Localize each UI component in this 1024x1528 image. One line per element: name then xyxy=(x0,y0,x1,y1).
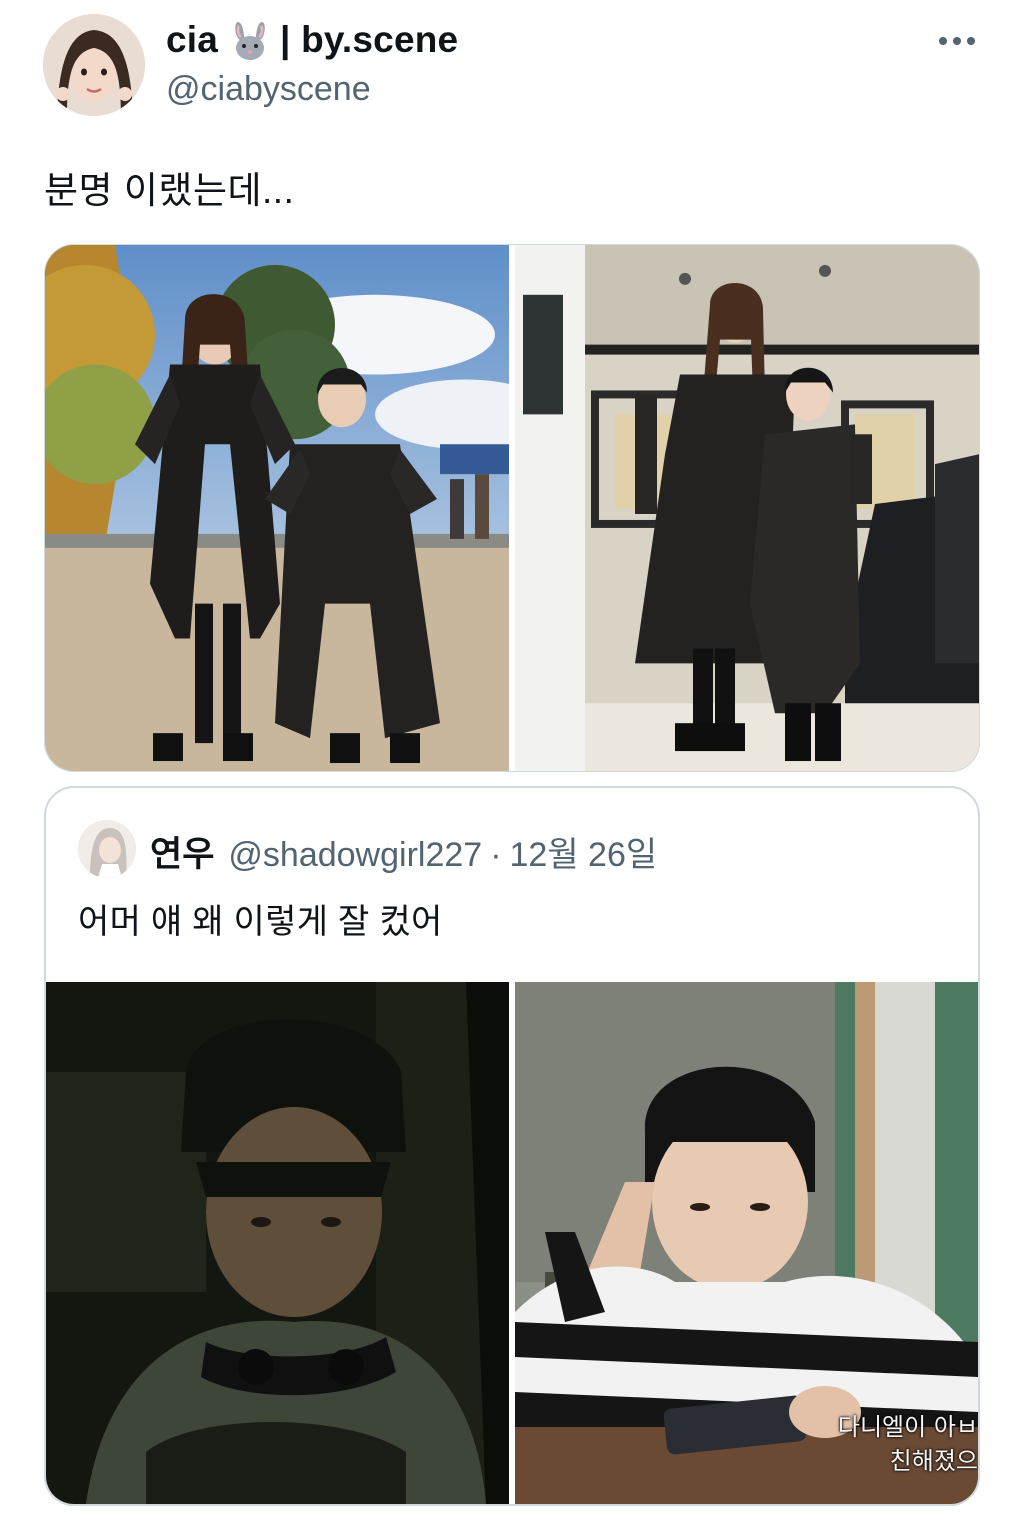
quoted-text: 어머 얘 왜 이렇게 잘 컸어 xyxy=(78,903,443,941)
video-subtitle: 다니엘이 아ㅂ 친해졌으 xyxy=(837,1413,978,1475)
quoted-handle[interactable]: @shadowgirl227 xyxy=(228,836,482,875)
author-name-row[interactable]: cia | by.scene xyxy=(166,16,458,64)
still-boy-striped-shirt[interactable]: 다니엘이 아ㅂ 친해졌으 xyxy=(515,982,978,1504)
rabbit-face-icon xyxy=(228,18,272,62)
quoted-tweet[interactable]: 연우 @shadowgirl227 · 12월 26일 어머 얘 왜 이렇게 잘… xyxy=(44,786,980,1506)
quoted-meta: 연우 @shadowgirl227 · 12월 26일 xyxy=(150,826,657,877)
tweet[interactable]: cia | by.scene @ciabyscene 분명 이랬는데... 연우… xyxy=(0,0,1024,1528)
photo-van-leather-coats[interactable] xyxy=(515,245,979,771)
quoted-author-avatar[interactable] xyxy=(78,820,136,878)
author-handle[interactable]: @ciabyscene xyxy=(166,70,371,109)
tweet-text: 분명 이랬는데... xyxy=(44,170,295,211)
photo-outdoor-leather-coats[interactable] xyxy=(45,245,509,771)
author-avatar[interactable] xyxy=(43,14,145,116)
quoted-display-name[interactable]: 연우 xyxy=(150,826,214,877)
author-name-suffix[interactable]: | by.scene xyxy=(280,19,458,61)
quoted-date[interactable]: 12월 26일 xyxy=(510,827,658,876)
more-options-icon[interactable] xyxy=(930,26,984,56)
tweet-media-grid xyxy=(44,244,980,772)
author-display-name[interactable]: cia xyxy=(166,19,218,61)
meta-separator: · xyxy=(490,836,502,874)
quoted-media-grid: 다니엘이 아ㅂ 친해졌으 xyxy=(46,982,978,1504)
still-boy-in-car[interactable] xyxy=(46,982,509,1504)
